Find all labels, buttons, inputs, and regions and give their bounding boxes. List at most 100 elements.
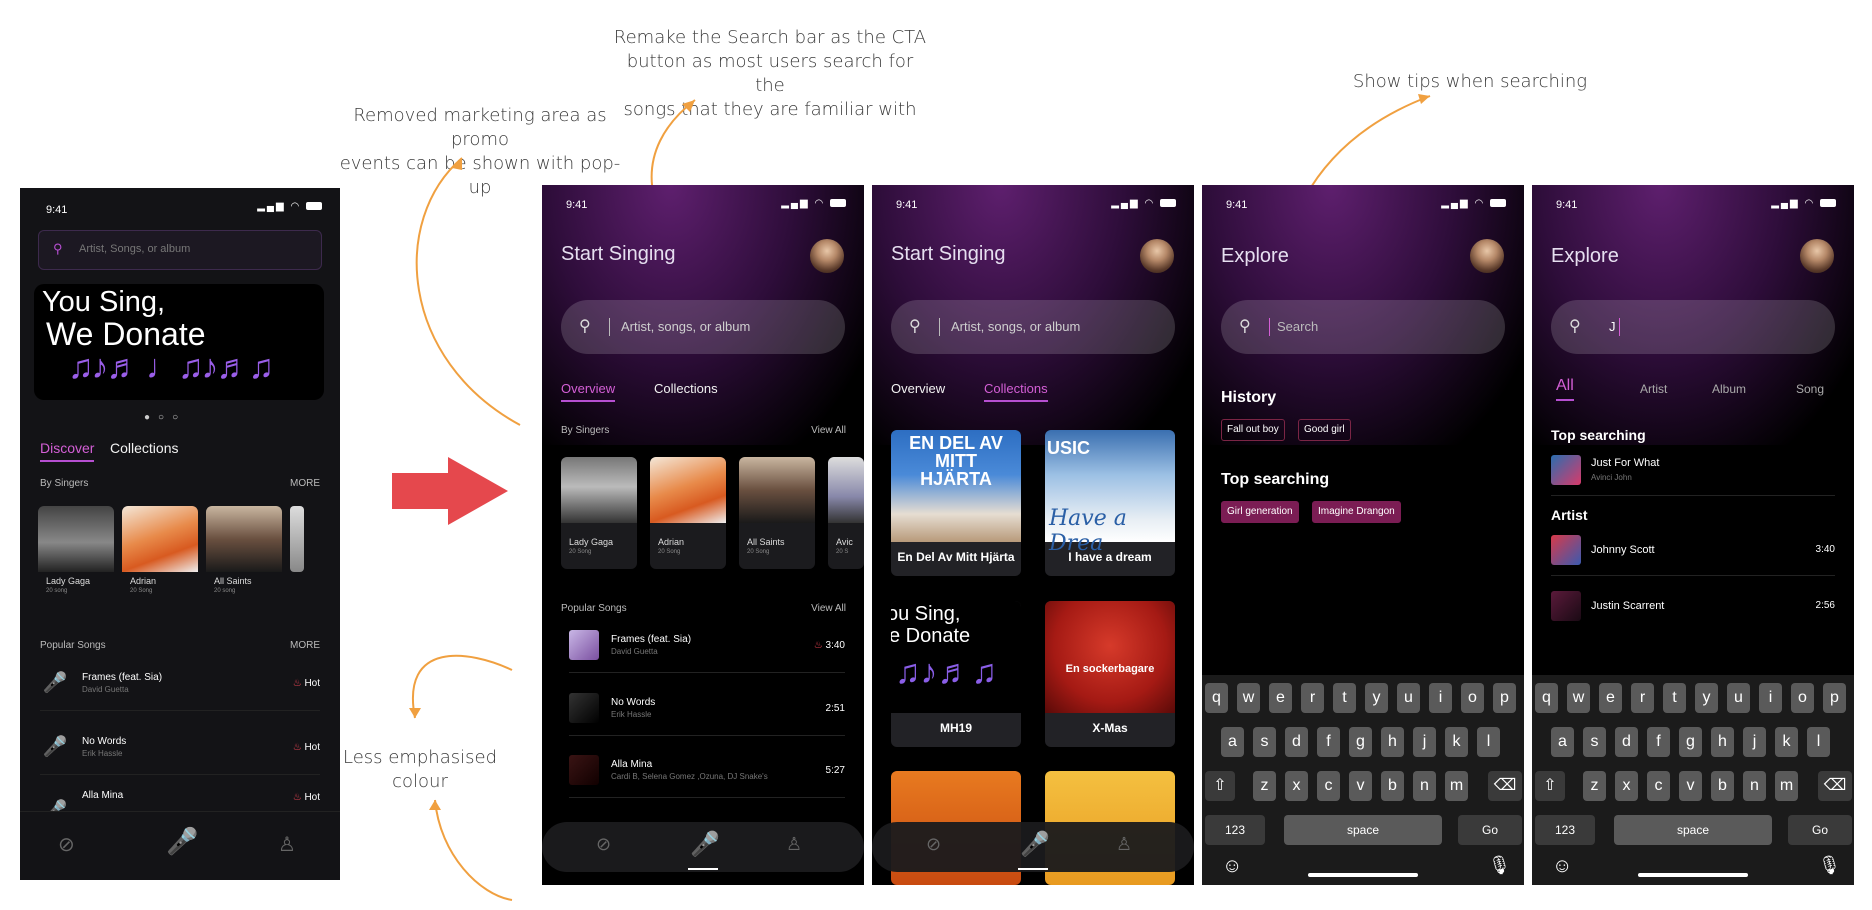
key[interactable]: g [1349,727,1372,757]
tab-collections[interactable]: Collections [110,440,178,456]
search-input[interactable]: ⚲ Artist, songs, or album [561,300,845,354]
key[interactable]: n [1413,771,1436,801]
tab-collections[interactable]: Collections [654,381,718,396]
avatar[interactable] [1140,239,1174,273]
key[interactable]: h [1711,727,1734,757]
avatar[interactable] [1470,239,1504,273]
avatar[interactable] [1800,239,1834,273]
key[interactable]: m [1445,771,1468,801]
tab-album[interactable]: Album [1712,382,1746,396]
key[interactable]: r [1631,683,1654,713]
space-key[interactable]: space [1614,815,1772,845]
singers-more-link[interactable]: MORE [290,478,320,489]
key[interactable]: x [1615,771,1638,801]
key[interactable]: p [1493,683,1516,713]
key[interactable]: e [1269,683,1292,713]
tab-discover[interactable]: Discover [40,440,95,462]
artist-row[interactable]: Johnny Scott 3:40 [1551,531,1835,576]
microphone-icon[interactable]: 🎤 [166,826,198,857]
key[interactable]: w [1567,683,1590,713]
avatar[interactable] [810,239,844,273]
profile-icon[interactable]: ♙ [1116,834,1132,855]
key[interactable]: w [1237,683,1260,713]
backspace-key-icon[interactable]: ⌫ [1818,771,1852,801]
key[interactable]: d [1285,727,1308,757]
key[interactable]: v [1679,771,1702,801]
singer-card-lady-gaga[interactable]: Lady Gaga 20 song [38,506,114,618]
key[interactable]: c [1317,771,1340,801]
key[interactable]: v [1349,771,1372,801]
key[interactable]: o [1791,683,1814,713]
key[interactable]: s [1253,727,1276,757]
key[interactable]: a [1551,727,1574,757]
key[interactable]: t [1333,683,1356,713]
carousel-dots[interactable]: ●○○ [144,412,186,423]
singer-card-avicii[interactable]: Avic 20 S [828,457,864,569]
key[interactable]: b [1711,771,1734,801]
key[interactable]: h [1381,727,1404,757]
tab-all[interactable]: All [1556,377,1574,401]
tab-song[interactable]: Song [1796,382,1824,396]
key[interactable]: l [1477,727,1500,757]
songs-more-link[interactable]: MORE [290,640,320,651]
tab-artist[interactable]: Artist [1640,382,1667,396]
key[interactable]: m [1775,771,1798,801]
song-row[interactable]: Frames (feat. Sia) David Guetta ♨ 3:40 [569,620,845,673]
key[interactable]: y [1695,683,1718,713]
top-search-chip[interactable]: Imagine Drangon [1312,501,1401,523]
key[interactable]: d [1615,727,1638,757]
collection-card[interactable]: USIC Have a Drea I have a dream [1045,430,1175,576]
key[interactable]: b [1381,771,1404,801]
singer-card-all-saints[interactable]: All Saints 20 Song [739,457,815,569]
tab-overview[interactable]: Overview [891,381,945,396]
artist-row[interactable]: Justin Scarrent 2:56 [1551,587,1835,627]
key[interactable]: c [1647,771,1670,801]
singer-card-adrian[interactable]: Adrian 20 Song [122,506,198,618]
key[interactable]: i [1759,683,1782,713]
key[interactable]: q [1535,683,1558,713]
key[interactable]: f [1647,727,1670,757]
history-chip[interactable]: Fall out boy [1221,419,1285,441]
go-key[interactable]: Go [1788,815,1852,845]
promo-banner[interactable]: You Sing, We Donate ♫♪♬ ♩♫♪♬♫ [34,284,324,400]
key[interactable]: e [1599,683,1622,713]
numbers-key[interactable]: 123 [1205,815,1265,845]
go-key[interactable]: Go [1458,815,1522,845]
key[interactable]: j [1743,727,1766,757]
key[interactable]: x [1285,771,1308,801]
key[interactable]: k [1775,727,1798,757]
history-chip[interactable]: Good girl [1298,419,1351,441]
tab-collections[interactable]: Collections [984,381,1048,402]
microphone-icon[interactable]: 🎤 [1020,830,1050,859]
key[interactable]: u [1397,683,1420,713]
microphone-icon[interactable]: 🎤 [690,830,720,859]
search-input[interactable]: ⚲ Artist, songs, or album [891,300,1175,354]
key[interactable]: o [1461,683,1484,713]
shift-key-icon[interactable]: ⇧ [1205,771,1235,801]
key[interactable]: q [1205,683,1228,713]
singers-view-all-link[interactable]: View All [811,425,846,436]
collection-card[interactable]: En sockerbagare X-Mas [1045,601,1175,747]
emoji-icon[interactable]: ☺ [1222,855,1242,878]
singer-card-lady-gaga[interactable]: Lady Gaga 20 Song [561,457,637,569]
key[interactable]: n [1743,771,1766,801]
songs-view-all-link[interactable]: View All [811,603,846,614]
compass-icon[interactable]: ⊘ [58,832,75,857]
key[interactable]: u [1727,683,1750,713]
singer-card-partial[interactable] [290,506,304,572]
key[interactable]: k [1445,727,1468,757]
song-row[interactable]: No Words Erik Hassle 2:51 [569,683,845,736]
song-row[interactable]: 🎤 No Words Erik Hassle ♨ Hot [40,722,320,775]
key[interactable]: g [1679,727,1702,757]
key[interactable]: f [1317,727,1340,757]
collection-card[interactable]: EN DEL AV MITT HJÄRTA En Del Av Mitt Hjä… [891,430,1021,576]
top-search-chip[interactable]: Girl generation [1221,501,1299,523]
singer-card-all-saints[interactable]: All Saints 20 song [206,506,282,618]
song-row[interactable]: 🎤 Frames (feat. Sia) David Guetta ♨ Hot [40,658,320,711]
key[interactable]: t [1663,683,1686,713]
key[interactable]: z [1583,771,1606,801]
key[interactable]: j [1413,727,1436,757]
key[interactable]: z [1253,771,1276,801]
search-input[interactable]: ⚲ Search [1221,300,1505,354]
key[interactable]: i [1429,683,1452,713]
